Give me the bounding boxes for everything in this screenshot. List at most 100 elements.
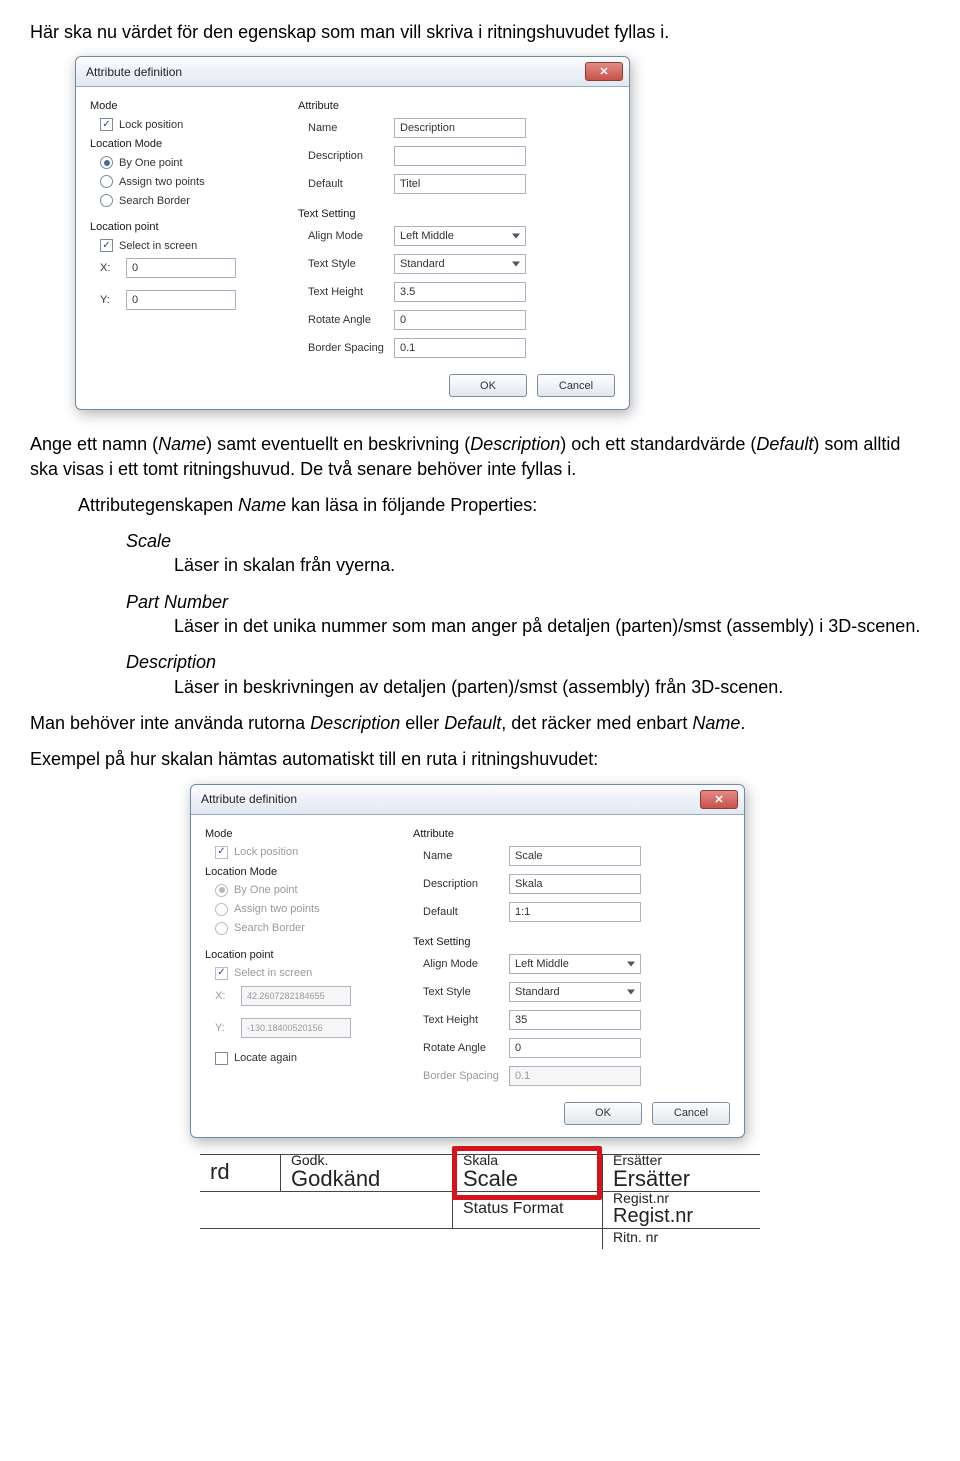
- assign-two-points-radio[interactable]: Assign two points: [100, 175, 280, 188]
- checkbox-icon: ✓: [100, 118, 113, 131]
- name-input[interactable]: Scale: [509, 846, 641, 866]
- border-spacing-input: 0.1: [509, 1066, 641, 1086]
- description-heading: Description: [126, 650, 930, 674]
- attribute-definition-dialog-2: Attribute definition ✕ Mode ✓ Lock posit…: [190, 784, 745, 1138]
- tb-cell-empty: [200, 1192, 452, 1228]
- name-input[interactable]: Description: [394, 118, 526, 138]
- attribute-definition-dialog-1: Attribute definition ✕ Mode ✓ Lock posit…: [75, 56, 630, 410]
- x-input[interactable]: 0: [126, 258, 236, 278]
- description-desc: Läser in beskrivningen av detaljen (part…: [174, 675, 930, 699]
- y-input: -130.18400520156: [241, 1018, 351, 1038]
- by-one-point-radio[interactable]: By One point: [100, 156, 280, 169]
- name-field-label: Name: [423, 850, 501, 862]
- tb-cell-ritnnr: Ritn. nr: [602, 1229, 760, 1249]
- location-point-group-label: Location point: [205, 949, 395, 961]
- close-icon: ✕: [599, 65, 608, 78]
- checkbox-label: Lock position: [234, 846, 298, 858]
- text-height-input[interactable]: 35: [509, 1010, 641, 1030]
- attr-intro: Attributegenskapen Name kan läsa in följ…: [78, 493, 930, 517]
- assign-two-points-radio: Assign two points: [215, 903, 395, 916]
- lock-position-checkbox[interactable]: ✓ Lock position: [100, 118, 280, 131]
- mode-group-label: Mode: [90, 100, 280, 112]
- align-mode-select[interactable]: Left Middle: [509, 954, 641, 974]
- border-spacing-label: Border Spacing: [423, 1070, 501, 1082]
- partnumber-desc: Läser in det unika nummer som man anger …: [174, 614, 930, 638]
- tb-cell-rd: rd: [200, 1155, 280, 1191]
- locate-again-checkbox[interactable]: Locate again: [215, 1052, 395, 1065]
- checkbox-icon: ✓: [100, 239, 113, 252]
- text-setting-group-label: Text Setting: [413, 936, 730, 948]
- checkbox-label: Lock position: [119, 119, 183, 131]
- close-icon: ✕: [714, 793, 723, 806]
- checkbox-icon: ✓: [215, 846, 228, 859]
- text-height-label: Text Height: [308, 286, 386, 298]
- description-input[interactable]: Skala: [509, 874, 641, 894]
- radio-label: Search Border: [234, 922, 305, 934]
- align-mode-label: Align Mode: [423, 958, 501, 970]
- tb-cell-registnr: Regist.nr Regist.nr: [602, 1192, 760, 1228]
- x-input: 42.2607282184655: [241, 986, 351, 1006]
- rotate-angle-label: Rotate Angle: [308, 314, 386, 326]
- attribute-group-label: Attribute: [413, 828, 730, 840]
- text-style-select[interactable]: Standard: [509, 982, 641, 1002]
- checkbox-icon: ✓: [215, 967, 228, 980]
- location-mode-group-label: Location Mode: [90, 138, 280, 150]
- search-border-radio[interactable]: Search Border: [100, 194, 280, 207]
- ok-button[interactable]: OK: [449, 374, 527, 397]
- ok-button[interactable]: OK: [564, 1102, 642, 1125]
- scale-heading: Scale: [126, 529, 930, 553]
- text-style-select[interactable]: Standard: [394, 254, 526, 274]
- border-spacing-label: Border Spacing: [308, 342, 386, 354]
- border-spacing-input[interactable]: 0.1: [394, 338, 526, 358]
- dialog-title: Attribute definition: [86, 65, 182, 79]
- align-mode-select[interactable]: Left Middle: [394, 226, 526, 246]
- intro-paragraph: Här ska nu värdet för den egenskap som m…: [30, 20, 930, 44]
- x-label: X:: [215, 990, 233, 1002]
- dialog-title: Attribute definition: [201, 792, 297, 806]
- default-input[interactable]: 1:1: [509, 902, 641, 922]
- y-input[interactable]: 0: [126, 290, 236, 310]
- radio-icon: [215, 903, 228, 916]
- radio-icon: [215, 922, 228, 935]
- x-label: X:: [100, 262, 118, 274]
- close-button[interactable]: ✕: [585, 62, 623, 81]
- radio-label: Search Border: [119, 195, 190, 207]
- text-style-label: Text Style: [423, 986, 501, 998]
- mode-group-label: Mode: [205, 828, 395, 840]
- paragraph-example: Exempel på hur skalan hämtas automatiskt…: [30, 747, 930, 771]
- default-input[interactable]: Titel: [394, 174, 526, 194]
- default-field-label: Default: [423, 906, 501, 918]
- radio-label: By One point: [119, 157, 183, 169]
- tb-cell-ersatter: Ersätter Ersätter: [602, 1155, 760, 1191]
- checkbox-label: Select in screen: [119, 240, 197, 252]
- close-button[interactable]: ✕: [700, 790, 738, 809]
- text-style-label: Text Style: [308, 258, 386, 270]
- partnumber-heading: Part Number: [126, 590, 930, 614]
- search-border-radio: Search Border: [215, 922, 395, 935]
- radio-icon: [100, 156, 113, 169]
- cancel-button[interactable]: Cancel: [652, 1102, 730, 1125]
- rotate-angle-input[interactable]: 0: [509, 1038, 641, 1058]
- rotate-angle-input[interactable]: 0: [394, 310, 526, 330]
- y-label: Y:: [215, 1022, 233, 1034]
- scale-desc: Läser in skalan från vyerna.: [174, 553, 930, 577]
- dialog-titlebar: Attribute definition ✕: [76, 57, 629, 87]
- text-height-label: Text Height: [423, 1014, 501, 1026]
- checkbox-label: Locate again: [234, 1052, 297, 1064]
- highlight-box: [452, 1146, 602, 1200]
- location-point-group-label: Location point: [90, 221, 280, 233]
- description-input[interactable]: [394, 146, 526, 166]
- radio-icon: [100, 194, 113, 207]
- name-field-label: Name: [308, 122, 386, 134]
- text-height-input[interactable]: 3.5: [394, 282, 526, 302]
- y-label: Y:: [100, 294, 118, 306]
- description-field-label: Description: [423, 878, 501, 890]
- tb-cell-godk: Godk. Godkänd: [280, 1155, 452, 1191]
- paragraph-not-needed: Man behöver inte använda rutorna Descrip…: [30, 711, 930, 735]
- by-one-point-radio: By One point: [215, 884, 395, 897]
- cancel-button[interactable]: Cancel: [537, 374, 615, 397]
- location-mode-group-label: Location Mode: [205, 866, 395, 878]
- lock-position-checkbox: ✓ Lock position: [215, 846, 395, 859]
- select-in-screen-checkbox[interactable]: ✓ Select in screen: [100, 239, 280, 252]
- tb-cell-empty2: [200, 1229, 602, 1249]
